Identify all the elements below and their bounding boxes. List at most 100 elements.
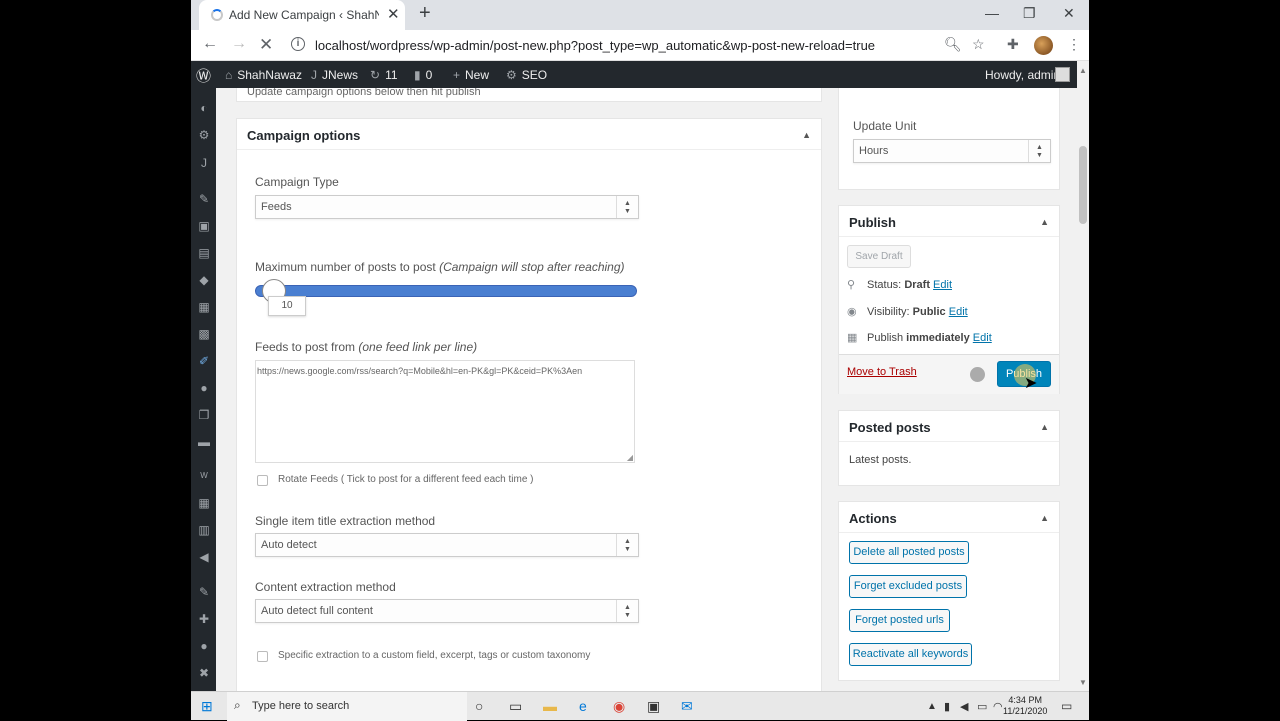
plugins-icon[interactable]: ✚ (197, 612, 211, 626)
profile-avatar[interactable] (1034, 36, 1053, 55)
campaign-type-select[interactable]: Feeds ▲ ▼ (255, 195, 639, 219)
page-scrollbar[interactable]: ▲ ▼ (1077, 61, 1089, 691)
update-unit-select[interactable]: Hours ▲ ▼ (853, 139, 1051, 163)
collapse-toggle-icon[interactable]: ▲ (802, 130, 811, 140)
seo-link[interactable]: ⚙ SEO (506, 68, 547, 82)
bookmark-star-icon[interactable]: ☆ (972, 36, 985, 53)
title-method-select[interactable]: Auto detect ▲ ▼ (255, 533, 639, 557)
menu-icon[interactable]: ⋮ (1067, 36, 1081, 53)
schedule-box: Update Unit Hours ▲ ▼ (838, 88, 1060, 190)
tag-icon[interactable]: ◆ (197, 273, 211, 287)
stop-icon[interactable]: ✕ (259, 35, 273, 55)
collapse-toggle-icon[interactable]: ▲ (1040, 422, 1049, 432)
dashboard-icon[interactable]: ◐ (197, 101, 211, 115)
notification-icon[interactable]: ▭ (1061, 699, 1072, 713)
appearance-icon[interactable]: ✎ (197, 585, 211, 599)
minimize-icon[interactable]: — (985, 5, 999, 21)
url-text[interactable]: localhost/wordpress/wp-admin/post-new.ph… (315, 38, 875, 53)
gallery-icon[interactable]: ▩ (197, 327, 211, 341)
posted-posts-title: Posted posts (849, 420, 931, 435)
theme-link[interactable]: J JNews (311, 68, 358, 82)
gear-icon[interactable]: ⚙ (197, 128, 211, 142)
move-to-trash-link[interactable]: Move to Trash (847, 366, 917, 378)
clock-date: 11/21/2020 (1003, 706, 1048, 716)
visibility-edit-link[interactable]: Edit (949, 306, 968, 318)
rotate-feeds-checkbox[interactable] (257, 475, 268, 486)
delete-posted-button[interactable]: Delete all posted posts (849, 541, 969, 564)
taskbar-clock[interactable]: 4:34 PM 11/21/2020 (1003, 695, 1047, 717)
taskbar-search[interactable]: ⌕ Type here to search (227, 692, 467, 721)
howdy-link[interactable]: Howdy, admin (985, 68, 1060, 82)
users-icon[interactable]: ● (197, 639, 211, 653)
drop-icon[interactable]: ● (197, 381, 211, 395)
automatic-icon[interactable]: ✐ (197, 354, 211, 368)
comments-link[interactable]: ▮ 0 (414, 68, 432, 82)
extensions-icon[interactable]: ✚ (1007, 36, 1019, 53)
new-link[interactable]: + New (453, 68, 489, 82)
zoom-icon[interactable]: 🔍︎ (944, 36, 962, 53)
forward-icon[interactable]: → (231, 35, 247, 53)
browser-tab[interactable]: Add New Campaign ‹ ShahNawaz ✕ (199, 0, 405, 30)
chrome-icon[interactable]: ◉ (613, 698, 625, 715)
address-bar[interactable]: i localhost/wordpress/wp-admin/post-new.… (285, 34, 985, 57)
user-avatar[interactable] (1055, 67, 1070, 82)
task-view-icon[interactable]: ▭ (509, 698, 522, 715)
tools-icon[interactable]: ✖ (197, 666, 211, 680)
woocommerce-icon[interactable]: W (197, 469, 211, 483)
actions-header[interactable]: Actions ▲ (839, 502, 1059, 533)
forget-urls-button[interactable]: Forget posted urls (849, 609, 950, 632)
info-icon[interactable]: i (291, 37, 305, 51)
scroll-up-icon[interactable]: ▲ (1079, 66, 1087, 75)
film-icon[interactable]: ▦ (197, 300, 211, 314)
content-method-select[interactable]: Auto detect full content ▲ ▼ (255, 599, 639, 623)
windows-start-icon[interactable]: ⊞ (201, 698, 213, 715)
status-edit-link[interactable]: Edit (933, 279, 952, 291)
posted-posts-box: Posted posts ▲ Latest posts. (838, 410, 1060, 486)
products-icon[interactable]: ▦ (197, 496, 211, 510)
maximize-icon[interactable]: ❐ (1023, 5, 1036, 22)
title-method-label: Single item title extraction method (255, 514, 436, 528)
theme-icon[interactable]: J (197, 156, 211, 170)
wordpress-logo-icon[interactable]: Ⓦ (196, 65, 211, 86)
analytics-icon[interactable]: ▥ (197, 523, 211, 537)
window-close-icon[interactable]: ✕ (1063, 5, 1075, 22)
new-tab-icon[interactable]: + (419, 2, 431, 25)
campaign-options-header[interactable]: Campaign options ▲ (237, 119, 821, 150)
feeds-label: Feeds to post from (one feed link per li… (255, 340, 478, 354)
schedule-edit-link[interactable]: Edit (973, 332, 992, 344)
edge-icon[interactable]: e (579, 698, 587, 714)
media-icon[interactable]: ▣ (197, 219, 211, 233)
file-explorer-icon[interactable]: ▬ (543, 698, 557, 714)
marketing-icon[interactable]: ◀ (197, 550, 211, 564)
forget-excluded-button[interactable]: Forget excluded posts (849, 575, 967, 598)
store-icon[interactable]: ▣ (647, 698, 660, 715)
pin-icon[interactable]: ✎ (197, 192, 211, 206)
specific-extraction-checkbox[interactable] (257, 651, 268, 662)
resize-grip-icon[interactable]: ◢ (627, 453, 633, 462)
battery-icon[interactable]: ▭ (977, 700, 987, 713)
campaign-options-title: Campaign options (247, 128, 361, 143)
tab-close-icon[interactable]: ✕ (387, 5, 400, 23)
copy-icon[interactable]: ❐ (197, 408, 211, 422)
comments-icon[interactable]: ▬ (197, 435, 211, 449)
updates-link[interactable]: ↻ 11 (370, 68, 398, 82)
mail-icon[interactable]: ✉ (681, 698, 693, 715)
collapse-toggle-icon[interactable]: ▲ (1040, 513, 1049, 523)
feeds-textarea[interactable]: https://news.google.com/rss/search?q=Mob… (255, 360, 635, 463)
network-icon[interactable]: ◠ (993, 700, 1003, 713)
cortana-icon[interactable]: ○ (475, 698, 483, 714)
pages-icon[interactable]: ▤ (197, 246, 211, 260)
volume-icon[interactable]: ◀ (960, 700, 968, 713)
publish-header[interactable]: Publish ▲ (839, 206, 1059, 237)
max-posts-slider[interactable] (255, 285, 637, 297)
save-draft-button[interactable]: Save Draft (847, 245, 911, 268)
scroll-thumb[interactable] (1079, 146, 1087, 224)
collapse-toggle-icon[interactable]: ▲ (1040, 217, 1049, 227)
posted-posts-header[interactable]: Posted posts ▲ (839, 411, 1059, 442)
tray-chevron-icon[interactable]: ▲ (927, 701, 937, 712)
back-icon[interactable]: ← (202, 35, 218, 53)
scroll-down-icon[interactable]: ▼ (1079, 678, 1087, 687)
site-name-link[interactable]: ⌂ ShahNawaz (225, 68, 302, 82)
reactivate-keywords-button[interactable]: Reactivate all keywords (849, 643, 972, 666)
microphone-icon[interactable]: ▮ (944, 700, 950, 713)
